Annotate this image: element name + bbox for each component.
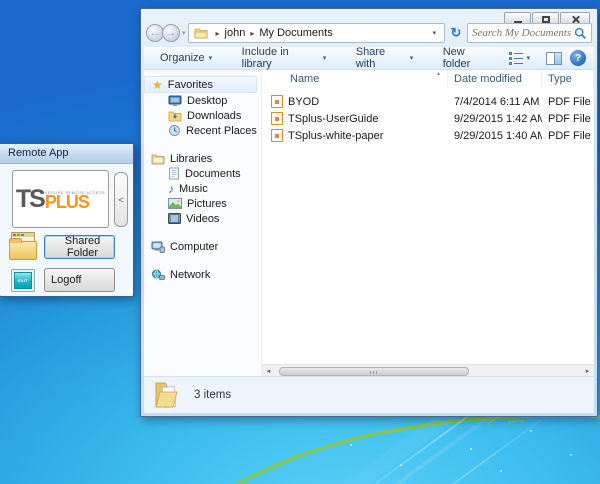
recent-places-icon xyxy=(168,124,181,137)
share-with-button[interactable]: Share with ▾ xyxy=(348,43,421,73)
tsplus-logo: TS SECURE REMOTE ACCESS PLUS xyxy=(12,170,109,228)
status-bar: 3 items xyxy=(144,376,594,413)
address-bar[interactable]: ▸ john ▸ My Documents ▾ xyxy=(188,23,445,43)
search-icon[interactable] xyxy=(574,27,587,40)
column-headers: Name ▴ Date modified Type xyxy=(262,70,594,88)
items-count: 3 items xyxy=(194,389,231,401)
navigation-pane: ★ Favorites Desktop Downl xyxy=(144,70,261,377)
preview-pane-button[interactable] xyxy=(546,52,562,65)
help-button[interactable]: ? xyxy=(570,50,586,66)
shared-folder-button[interactable]: Shared Folder xyxy=(44,235,115,259)
column-header-name[interactable]: Name xyxy=(262,70,448,88)
address-row: ← → ▾ ▸ john ▸ My Documents ▾ ↻ xyxy=(146,22,592,44)
downloads-icon xyxy=(168,110,182,122)
sidebar-item-recent-places[interactable]: Recent Places xyxy=(144,123,261,138)
chevron-down-icon: ▾ xyxy=(323,54,327,62)
sort-ascending-icon: ▴ xyxy=(437,70,440,77)
open-folder-icon xyxy=(153,380,180,410)
change-view-button[interactable]: ▾ xyxy=(501,49,538,68)
desktop: Remote App TS SECURE REMOTE ACCESS PLUS … xyxy=(0,0,600,484)
music-note-icon: ♪ xyxy=(168,182,174,196)
desktop-icon xyxy=(168,95,182,107)
exit-icon[interactable]: EXIT xyxy=(11,269,35,292)
documents-icon xyxy=(168,167,180,180)
chevron-left-icon: < xyxy=(118,195,123,205)
sidebar-item-pictures[interactable]: Pictures xyxy=(144,196,261,211)
file-row-tsplus-userguide[interactable]: TSplus-UserGuide 9/29/2015 1:42 AM PDF F… xyxy=(262,110,594,127)
exit-icon-label: EXIT xyxy=(18,278,28,283)
search-input[interactable] xyxy=(472,27,574,39)
computer-icon xyxy=(151,241,165,253)
column-header-type[interactable]: Type xyxy=(542,70,594,88)
address-history-dropdown[interactable]: ▾ xyxy=(426,29,442,37)
libraries-icon xyxy=(151,153,165,165)
command-toolbar: Organize ▾ Include in library ▾ Share wi… xyxy=(144,47,594,70)
pictures-icon xyxy=(168,198,182,209)
organize-button[interactable]: Organize ▾ xyxy=(152,49,220,67)
crumb-arrow-icon[interactable]: ▸ xyxy=(211,29,225,38)
back-arrow-icon: ← xyxy=(150,27,161,39)
sparkle-dots xyxy=(470,448,472,450)
sidebar-item-network[interactable]: Network xyxy=(144,267,261,282)
chevron-down-icon: ▾ xyxy=(209,54,213,62)
videos-icon xyxy=(168,213,181,224)
new-folder-button[interactable]: New folder xyxy=(435,43,502,73)
recent-pages-dropdown[interactable]: ▾ xyxy=(182,29,186,37)
chevron-down-icon: ▾ xyxy=(526,54,530,62)
forward-button[interactable]: → xyxy=(162,24,180,42)
refresh-icon: ↻ xyxy=(451,25,462,41)
list-view-icon xyxy=(509,52,523,65)
sidebar-item-music[interactable]: ♪ Music xyxy=(144,181,261,196)
scrollbar-thumb[interactable] xyxy=(279,367,469,376)
pdf-file-icon xyxy=(271,95,283,108)
sidebar-item-downloads[interactable]: Downloads xyxy=(144,108,261,123)
forward-arrow-icon: → xyxy=(166,27,177,39)
pdf-file-icon xyxy=(271,129,283,142)
sidebar-item-favorites[interactable]: ★ Favorites xyxy=(144,76,257,93)
shared-folder-icon[interactable] xyxy=(9,232,37,262)
file-row-byod[interactable]: BYOD 7/4/2014 6:11 AM PDF File xyxy=(262,93,594,110)
folder-icon xyxy=(194,27,208,39)
explorer-content: ★ Favorites Desktop Downl xyxy=(144,70,594,377)
crumb-arrow-icon[interactable]: ▸ xyxy=(245,29,259,38)
search-box xyxy=(467,23,592,43)
remote-app-titlebar[interactable]: Remote App xyxy=(0,144,133,164)
logoff-button[interactable]: Logoff xyxy=(44,268,115,292)
sidebar-item-libraries[interactable]: Libraries xyxy=(144,151,261,166)
chevron-down-icon: ▾ xyxy=(410,54,414,62)
star-icon: ★ xyxy=(152,78,163,92)
network-icon xyxy=(151,269,165,281)
sidebar-item-videos[interactable]: Videos xyxy=(144,211,261,226)
sidebar-item-documents[interactable]: Documents xyxy=(144,166,261,181)
breadcrumb-my-documents[interactable]: My Documents xyxy=(259,27,332,39)
column-header-date-modified[interactable]: Date modified xyxy=(448,70,542,88)
help-icon: ? xyxy=(575,53,581,64)
file-row-tsplus-white-paper[interactable]: TSplus-white-paper 9/29/2015 1:40 AM PDF… xyxy=(262,127,594,144)
remote-app-window: Remote App TS SECURE REMOTE ACCESS PLUS … xyxy=(0,143,134,297)
breadcrumb-john[interactable]: john xyxy=(225,27,246,39)
logo-plus-text: PLUS xyxy=(45,195,89,210)
pdf-file-icon xyxy=(271,112,283,125)
explorer-window: ← → ▾ ▸ john ▸ My Documents ▾ ↻ xyxy=(140,8,598,417)
include-in-library-button[interactable]: Include in library ▾ xyxy=(234,43,335,73)
collapse-panel-button[interactable]: < xyxy=(114,172,128,227)
remote-app-title: Remote App xyxy=(8,147,69,159)
refresh-button[interactable]: ↻ xyxy=(445,23,467,43)
sidebar-item-desktop[interactable]: Desktop xyxy=(144,93,261,108)
logo-ts-text: TS xyxy=(16,188,44,210)
file-list: Name ▴ Date modified Type BYOD xyxy=(261,70,594,377)
sidebar-item-computer[interactable]: Computer xyxy=(144,239,261,254)
